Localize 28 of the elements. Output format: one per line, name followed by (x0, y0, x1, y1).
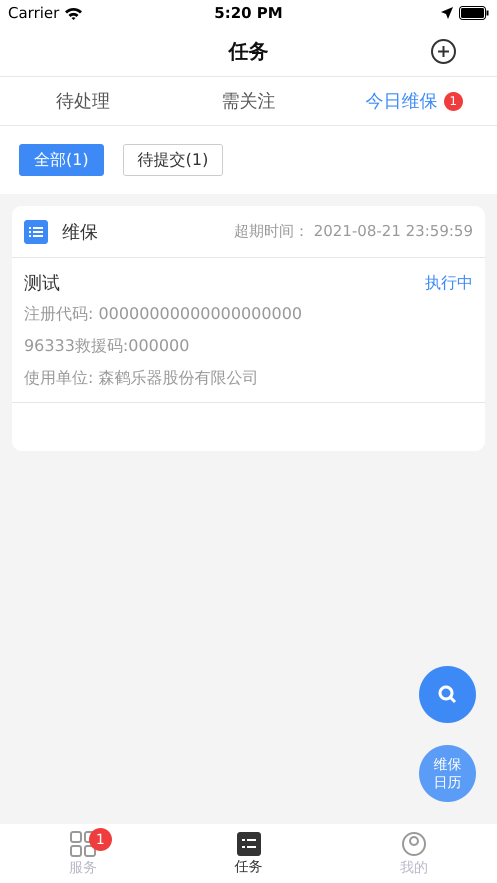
task-detail: 使用单位: 森鹤乐器股份有限公司 (24, 367, 260, 389)
tab[interactable]: 今日维保 1 (331, 77, 497, 125)
location-icon (440, 7, 453, 19)
task-detail: 96333救援码:000000 (24, 335, 190, 357)
wifi-icon (65, 6, 82, 20)
carrier-label: Carrier (8, 4, 60, 22)
tab[interactable]: 待处理 (0, 77, 166, 125)
count-badge: 1 (88, 828, 112, 851)
battery-icon (458, 6, 489, 20)
list-icon (236, 832, 260, 856)
list-icon (24, 220, 48, 244)
person-icon (401, 830, 428, 856)
clock: 5:20 PM (214, 4, 283, 22)
page-title: 任务 (228, 38, 268, 64)
task-name: 测试 (24, 272, 60, 295)
count-badge: 1 (444, 92, 463, 110)
task-card[interactable]: 维保 超期时间： 2021-08-21 23:59:59 测试 执行中 注册代码: 00000000000000000000 96333救援码:000000 使用单位: 森鹤乐器股份有限公司 (12, 206, 485, 451)
grid-icon (70, 830, 96, 856)
add-button[interactable] (430, 38, 457, 65)
bottom-tab[interactable]: 服务 1 (0, 824, 166, 883)
bottom-tab[interactable]: 任务 (166, 824, 332, 883)
tab[interactable]: 需关注 (166, 77, 332, 125)
search-icon (438, 684, 458, 704)
task-detail: 注册代码: 00000000000000000000 (24, 303, 304, 325)
task-status: 执行中 (425, 272, 473, 294)
filter-chip[interactable]: 待提交(1) (122, 144, 224, 176)
task-type: 维保 (62, 220, 98, 244)
deadline-text: 超期时间： 2021-08-21 23:59:59 (234, 222, 473, 241)
